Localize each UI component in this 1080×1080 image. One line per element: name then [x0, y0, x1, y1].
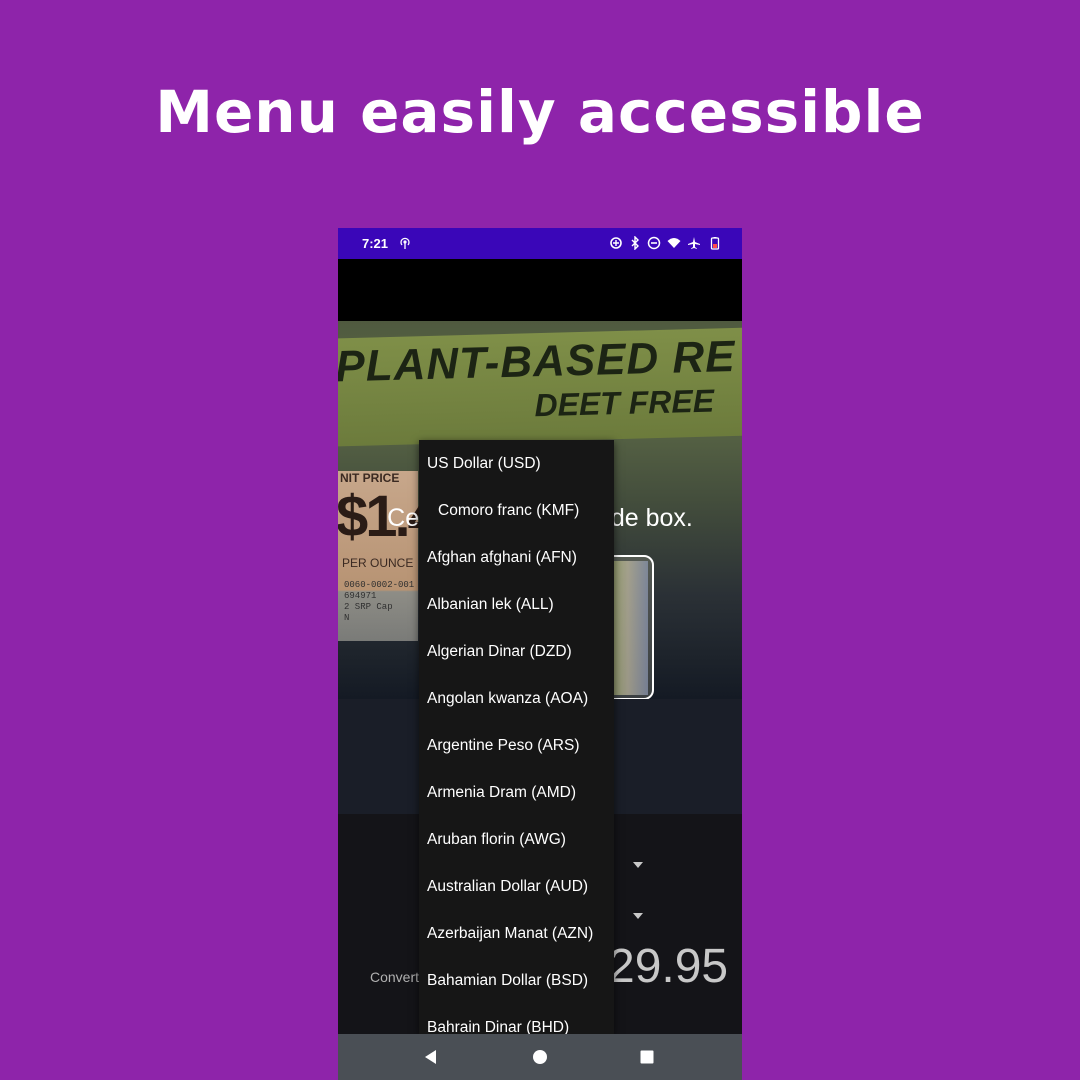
wifi-icon [667, 236, 681, 250]
recents-icon[interactable] [639, 1049, 655, 1065]
camera-top-bar [338, 259, 742, 321]
currency-menu-item[interactable]: US Dollar (USD) [419, 440, 614, 487]
currency-dropdown-menu[interactable]: US Dollar (USD) Comoro franc (KMF) Afgha… [419, 440, 614, 1034]
currency-menu-item[interactable]: Afghan afghani (AFN) [419, 534, 614, 581]
product-label-subtext: DEET FREE [534, 382, 715, 424]
bluetooth-icon [628, 236, 642, 250]
airplane-icon [687, 236, 701, 250]
currency-menu-item[interactable]: Azerbaijan Manat (AZN) [419, 910, 614, 957]
price-tag-code-line: 694971 [344, 591, 377, 601]
currency-menu-item[interactable]: Comoro franc (KMF) [419, 487, 614, 534]
battery-low-icon [708, 236, 722, 250]
currency-menu-item[interactable]: Algerian Dinar (DZD) [419, 628, 614, 675]
price-tag-code-line: 2 SRP Cap [344, 602, 393, 612]
radio-tower-icon [398, 236, 412, 250]
navigation-bar [338, 1034, 742, 1080]
do-not-disturb-icon [647, 236, 661, 250]
data-saver-icon [609, 236, 623, 250]
currency-menu-item[interactable]: Australian Dollar (AUD) [419, 863, 614, 910]
currency-menu-item[interactable]: Argentine Peso (ARS) [419, 722, 614, 769]
currency-menu-item[interactable]: Angolan kwanza (AOA) [419, 675, 614, 722]
status-bar: 7:21 [338, 228, 742, 259]
scan-box-content [608, 561, 648, 695]
currency-menu-item[interactable]: Bahrain Dinar (BHD) [419, 1004, 614, 1034]
phone-screen: 7:21 PLANT-BASED RE DEET FREE NIT PRICE … [338, 228, 742, 1080]
currency-menu-item[interactable]: Armenia Dram (AMD) [419, 769, 614, 816]
from-currency-dropdown-icon[interactable] [633, 862, 643, 868]
product-label: PLANT-BASED RE DEET FREE [338, 327, 742, 447]
home-icon[interactable] [532, 1049, 548, 1065]
price-tag-per: PER OUNCE [342, 556, 414, 570]
currency-menu-item[interactable]: Albanian lek (ALL) [419, 581, 614, 628]
status-time: 7:21 [362, 236, 389, 251]
back-icon[interactable] [423, 1049, 439, 1065]
price-tag-code-line: 0060-0002-001 [344, 580, 415, 590]
currency-menu-item[interactable]: Bahamian Dollar (BSD) [419, 957, 614, 1004]
to-currency-dropdown-icon[interactable] [633, 913, 643, 919]
promo-headline: Menu easily accessible [155, 78, 925, 146]
price-tag: NIT PRICE $1.47 PER OUNCE 0060-0002-001 … [338, 471, 469, 641]
price-tag-code-line: N [344, 613, 350, 623]
price-tag-code: 0060-0002-001 694971 2 SRP Cap N [344, 580, 414, 624]
convert-button[interactable]: Convert [370, 969, 419, 985]
currency-menu-item[interactable]: Aruban florin (AWG) [419, 816, 614, 863]
converted-amount: 29.95 [608, 940, 729, 993]
